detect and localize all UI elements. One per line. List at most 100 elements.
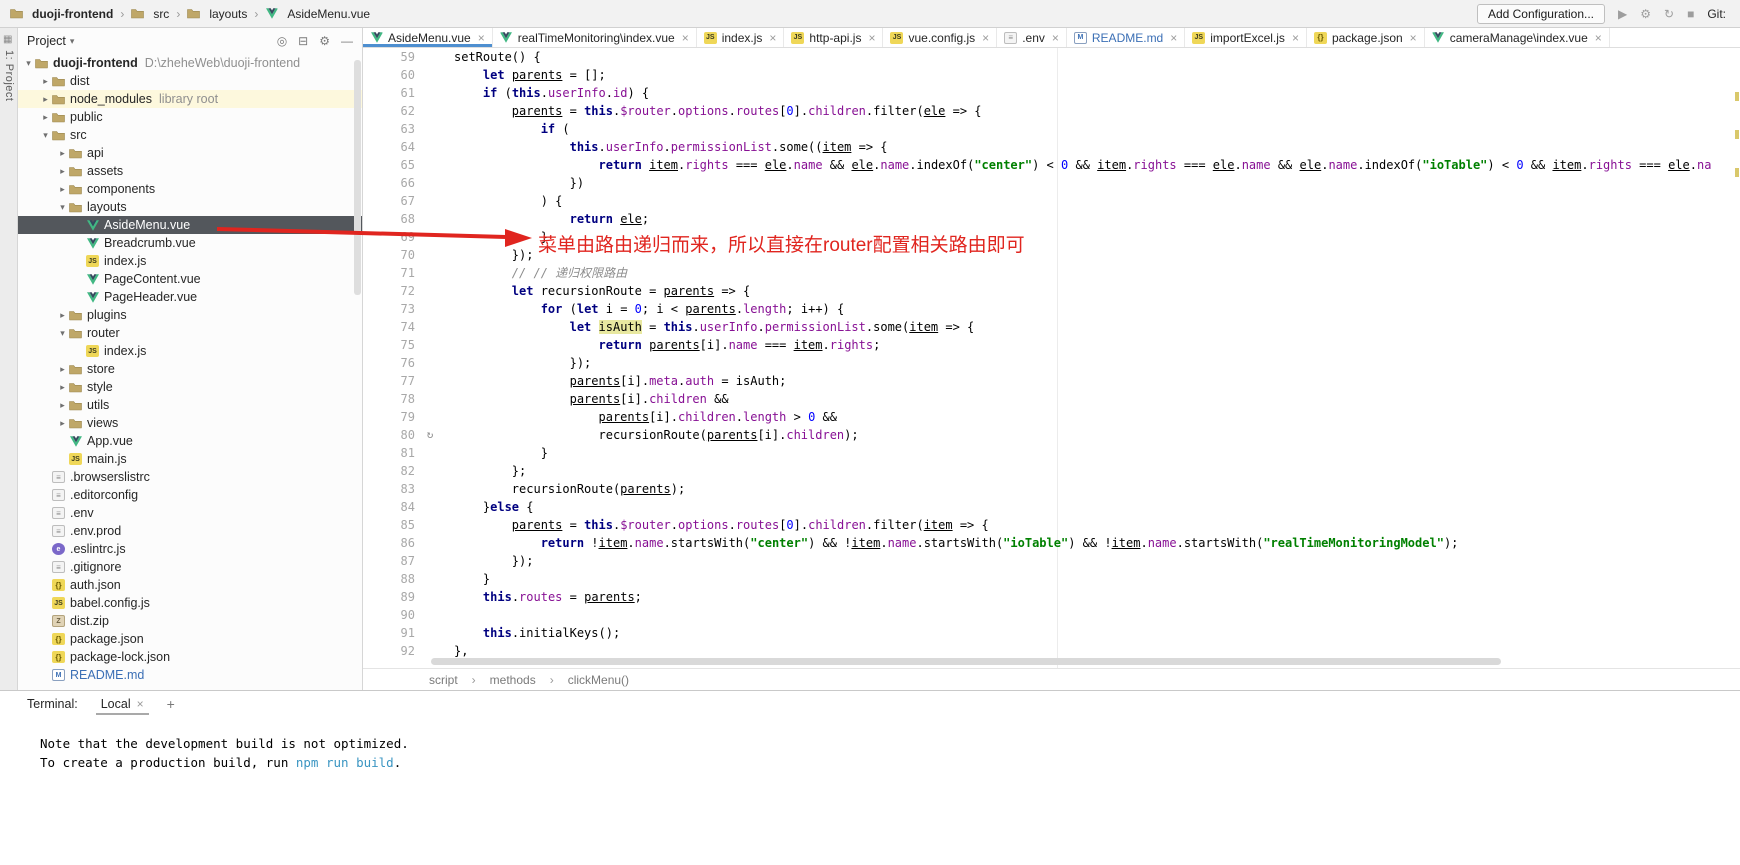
- code-text[interactable]: let parents = [];: [439, 66, 1740, 84]
- line-number[interactable]: 72: [363, 282, 421, 300]
- line-number[interactable]: 75: [363, 336, 421, 354]
- breadcrumb-item[interactable]: src: [131, 7, 169, 21]
- tree-item[interactable]: PageContent.vue: [18, 270, 362, 288]
- tree-item[interactable]: Zdist.zip: [18, 612, 362, 630]
- code-text[interactable]: parents = this.$router.options.routes[0]…: [439, 516, 1740, 534]
- line-number[interactable]: 79: [363, 408, 421, 426]
- code-text[interactable]: this.userInfo.permissionList.some((item …: [439, 138, 1740, 156]
- line-number[interactable]: 66: [363, 174, 421, 192]
- tree-item[interactable]: ▸utils: [18, 396, 362, 414]
- tree-item[interactable]: ▸components: [18, 180, 362, 198]
- add-configuration-button[interactable]: Add Configuration...: [1477, 4, 1605, 24]
- tree-item[interactable]: JSbabel.config.js: [18, 594, 362, 612]
- tree-item[interactable]: e.eslintrc.js: [18, 540, 362, 558]
- code-text[interactable]: this.routes = parents;: [439, 588, 1740, 606]
- line-number[interactable]: 62: [363, 102, 421, 120]
- close-icon[interactable]: ×: [982, 31, 989, 45]
- close-icon[interactable]: ×: [137, 697, 144, 711]
- line-number[interactable]: 83: [363, 480, 421, 498]
- editor-tab[interactable]: AsideMenu.vue×: [363, 28, 493, 47]
- tree-item[interactable]: ▸dist: [18, 72, 362, 90]
- tree-item[interactable]: ≡.env.prod: [18, 522, 362, 540]
- code-line[interactable]: 83 recursionRoute(parents);: [363, 480, 1740, 498]
- chevron-expanded-icon[interactable]: ▾: [56, 202, 69, 213]
- code-line[interactable]: 67 ) {: [363, 192, 1740, 210]
- line-number[interactable]: 90: [363, 606, 421, 624]
- tree-item[interactable]: {}package.json: [18, 630, 362, 648]
- tree-item[interactable]: PageHeader.vue: [18, 288, 362, 306]
- code-line[interactable]: 86 return !item.name.startsWith("center"…: [363, 534, 1740, 552]
- line-number[interactable]: 87: [363, 552, 421, 570]
- editor-tab[interactable]: cameraManage\index.vue×: [1425, 28, 1610, 47]
- code-text[interactable]: if (this.userInfo.id) {: [439, 84, 1740, 102]
- code-line[interactable]: 72 let recursionRoute = parents => {: [363, 282, 1740, 300]
- editor-tab[interactable]: realTimeMonitoring\index.vue×: [493, 28, 697, 47]
- code-line[interactable]: 71 // // 递归权限路由: [363, 264, 1740, 282]
- line-number[interactable]: 85: [363, 516, 421, 534]
- run-icon[interactable]: ▶: [1618, 7, 1627, 21]
- code-text[interactable]: return item.rights === ele.name && ele.n…: [439, 156, 1740, 174]
- tree-item[interactable]: ≡.browserslistrc: [18, 468, 362, 486]
- line-number[interactable]: 60: [363, 66, 421, 84]
- code-text[interactable]: recursionRoute(parents);: [439, 480, 1740, 498]
- chevron-collapsed-icon[interactable]: ▸: [56, 166, 69, 177]
- tree-item[interactable]: ▸views: [18, 414, 362, 432]
- tree-item[interactable]: ▾router: [18, 324, 362, 342]
- editor-breadcrumb-item[interactable]: clickMenu(): [568, 673, 629, 687]
- tree-item[interactable]: JSindex.js: [18, 342, 362, 360]
- code-area[interactable]: 59setRoute() {60 let parents = [];61 if …: [363, 48, 1740, 668]
- code-text[interactable]: // // 递归权限路由: [439, 264, 1740, 282]
- editor-tab[interactable]: MREADME.md×: [1067, 28, 1185, 47]
- code-text[interactable]: });: [439, 552, 1740, 570]
- breadcrumb-item[interactable]: layouts: [187, 7, 247, 21]
- line-number[interactable]: 82: [363, 462, 421, 480]
- tree-item[interactable]: ▸plugins: [18, 306, 362, 324]
- inspection-marker[interactable]: [1735, 130, 1739, 139]
- code-line[interactable]: 87 });: [363, 552, 1740, 570]
- code-line[interactable]: 76 });: [363, 354, 1740, 372]
- editor-tab[interactable]: JSindex.js×: [697, 28, 785, 47]
- tree-item[interactable]: ▸style: [18, 378, 362, 396]
- code-text[interactable]: ) {: [439, 192, 1740, 210]
- line-number[interactable]: 77: [363, 372, 421, 390]
- code-text[interactable]: }: [439, 444, 1740, 462]
- line-number[interactable]: 84: [363, 498, 421, 516]
- close-icon[interactable]: ×: [1595, 31, 1602, 45]
- breadcrumb-item[interactable]: AsideMenu.vue: [265, 7, 370, 21]
- line-number[interactable]: 78: [363, 390, 421, 408]
- close-icon[interactable]: ×: [1170, 31, 1177, 45]
- code-line[interactable]: 62 parents = this.$router.options.routes…: [363, 102, 1740, 120]
- code-text[interactable]: parents = this.$router.options.routes[0]…: [439, 102, 1740, 120]
- code-line[interactable]: 60 let parents = [];: [363, 66, 1740, 84]
- code-text[interactable]: for (let i = 0; i < parents.length; i++)…: [439, 300, 1740, 318]
- close-icon[interactable]: ×: [1052, 31, 1059, 45]
- project-panel-title[interactable]: Project: [27, 34, 66, 48]
- new-terminal-icon[interactable]: +: [167, 696, 175, 712]
- git-label[interactable]: Git:: [1707, 7, 1726, 21]
- tree-item[interactable]: ▾layouts: [18, 198, 362, 216]
- line-number[interactable]: 91: [363, 624, 421, 642]
- editor-tab[interactable]: JSvue.config.js×: [883, 28, 997, 47]
- code-line[interactable]: 82 };: [363, 462, 1740, 480]
- chevron-collapsed-icon[interactable]: ▸: [56, 364, 69, 375]
- line-number[interactable]: 70: [363, 246, 421, 264]
- code-text[interactable]: }): [439, 174, 1740, 192]
- tree-item[interactable]: ▸public: [18, 108, 362, 126]
- code-line[interactable]: 65 return item.rights === ele.name && el…: [363, 156, 1740, 174]
- code-line[interactable]: 63 if (: [363, 120, 1740, 138]
- chevron-expanded-icon[interactable]: ▾: [39, 130, 52, 141]
- line-number[interactable]: 89: [363, 588, 421, 606]
- code-text[interactable]: });: [439, 354, 1740, 372]
- code-text[interactable]: };: [439, 462, 1740, 480]
- code-text[interactable]: parents[i].meta.auth = isAuth;: [439, 372, 1740, 390]
- line-number[interactable]: 88: [363, 570, 421, 588]
- line-number[interactable]: 69: [363, 228, 421, 246]
- locate-file-icon[interactable]: ◎: [277, 34, 287, 48]
- code-line[interactable]: 64 this.userInfo.permissionList.some((it…: [363, 138, 1740, 156]
- chevron-expanded-icon[interactable]: ▾: [56, 328, 69, 339]
- code-line[interactable]: 73 for (let i = 0; i < parents.length; i…: [363, 300, 1740, 318]
- code-text[interactable]: return !item.name.startsWith("center") &…: [439, 534, 1740, 552]
- code-line[interactable]: 59setRoute() {: [363, 48, 1740, 66]
- tree-item[interactable]: ▸store: [18, 360, 362, 378]
- chevron-expanded-icon[interactable]: ▾: [22, 58, 35, 69]
